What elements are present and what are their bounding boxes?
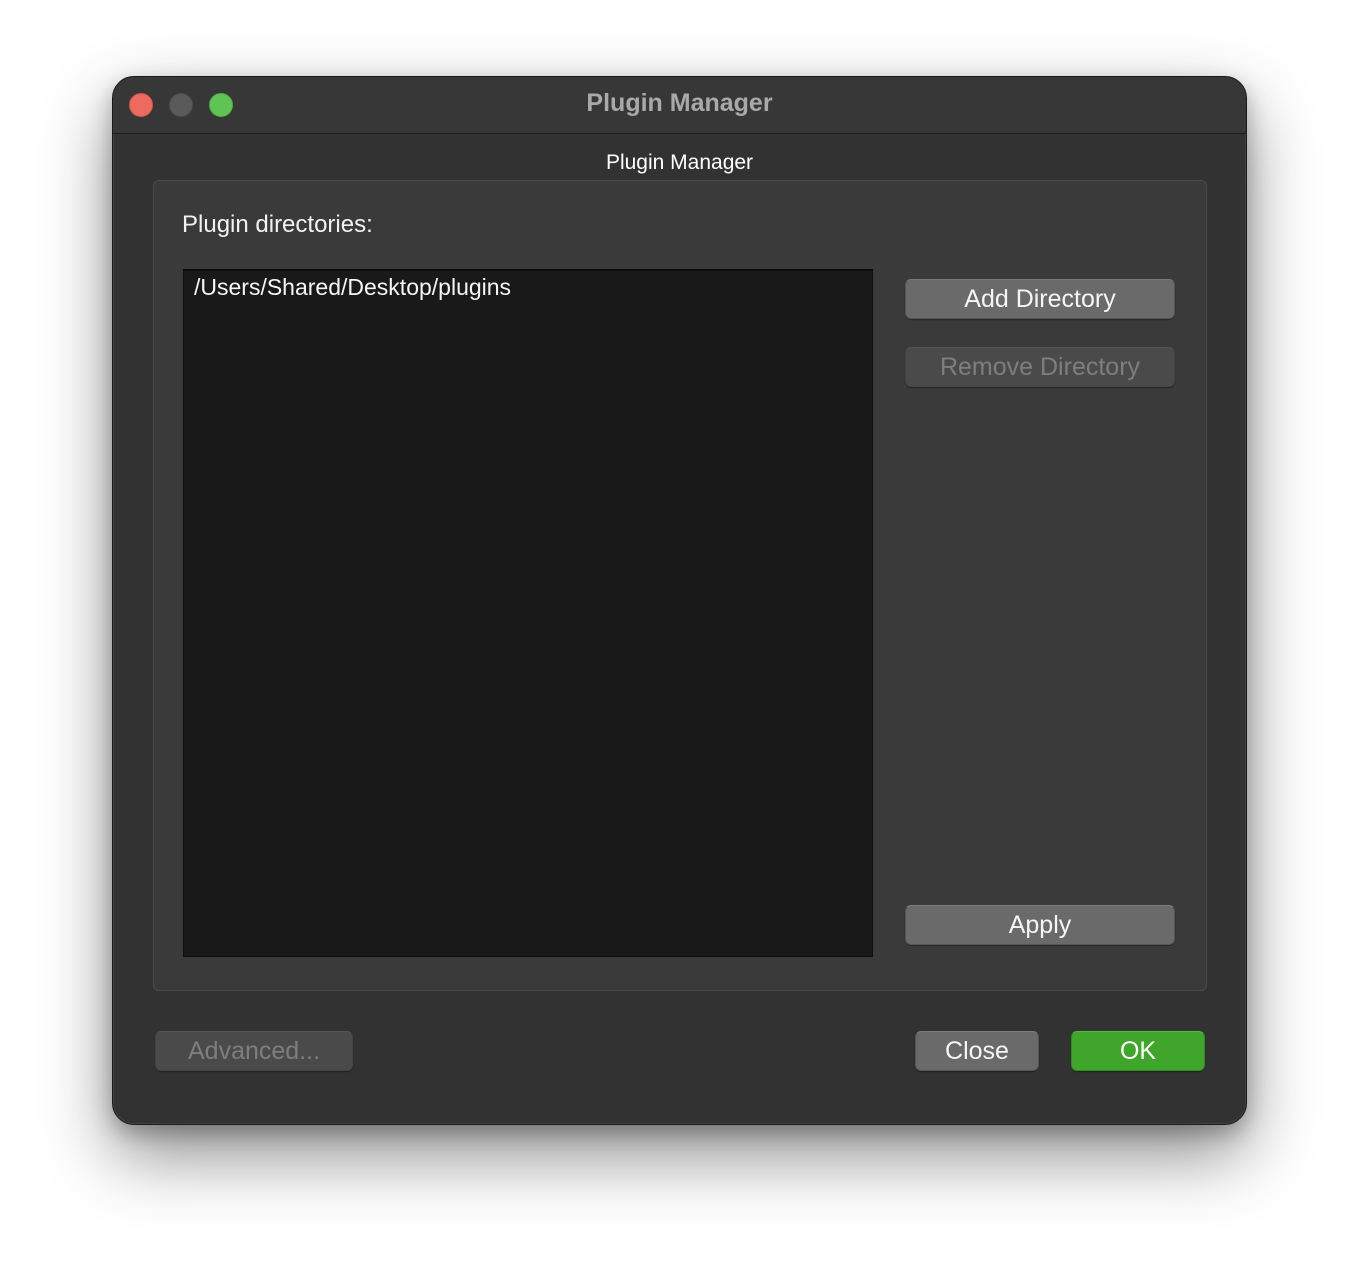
plugin-directories-list[interactable]: /Users/Shared/Desktop/plugins bbox=[183, 269, 873, 957]
title-bar[interactable]: Plugin Manager bbox=[113, 77, 1246, 134]
plugin-manager-window: Plugin Manager Plugin Manager Plugin dir… bbox=[112, 76, 1247, 1125]
plugin-group-box: Plugin directories: /Users/Shared/Deskto… bbox=[153, 180, 1207, 991]
remove-directory-button[interactable]: Remove Directory bbox=[905, 347, 1175, 387]
ok-button[interactable]: OK bbox=[1071, 1031, 1205, 1071]
plugin-directories-label: Plugin directories: bbox=[182, 211, 373, 238]
close-button[interactable]: Close bbox=[915, 1031, 1039, 1071]
group-title: Plugin Manager bbox=[605, 151, 754, 174]
window-title: Plugin Manager bbox=[586, 89, 773, 117]
add-directory-button[interactable]: Add Directory bbox=[905, 279, 1175, 319]
advanced-button[interactable]: Advanced... bbox=[155, 1031, 353, 1071]
apply-button[interactable]: Apply bbox=[905, 905, 1175, 945]
list-item[interactable]: /Users/Shared/Desktop/plugins bbox=[194, 274, 511, 301]
